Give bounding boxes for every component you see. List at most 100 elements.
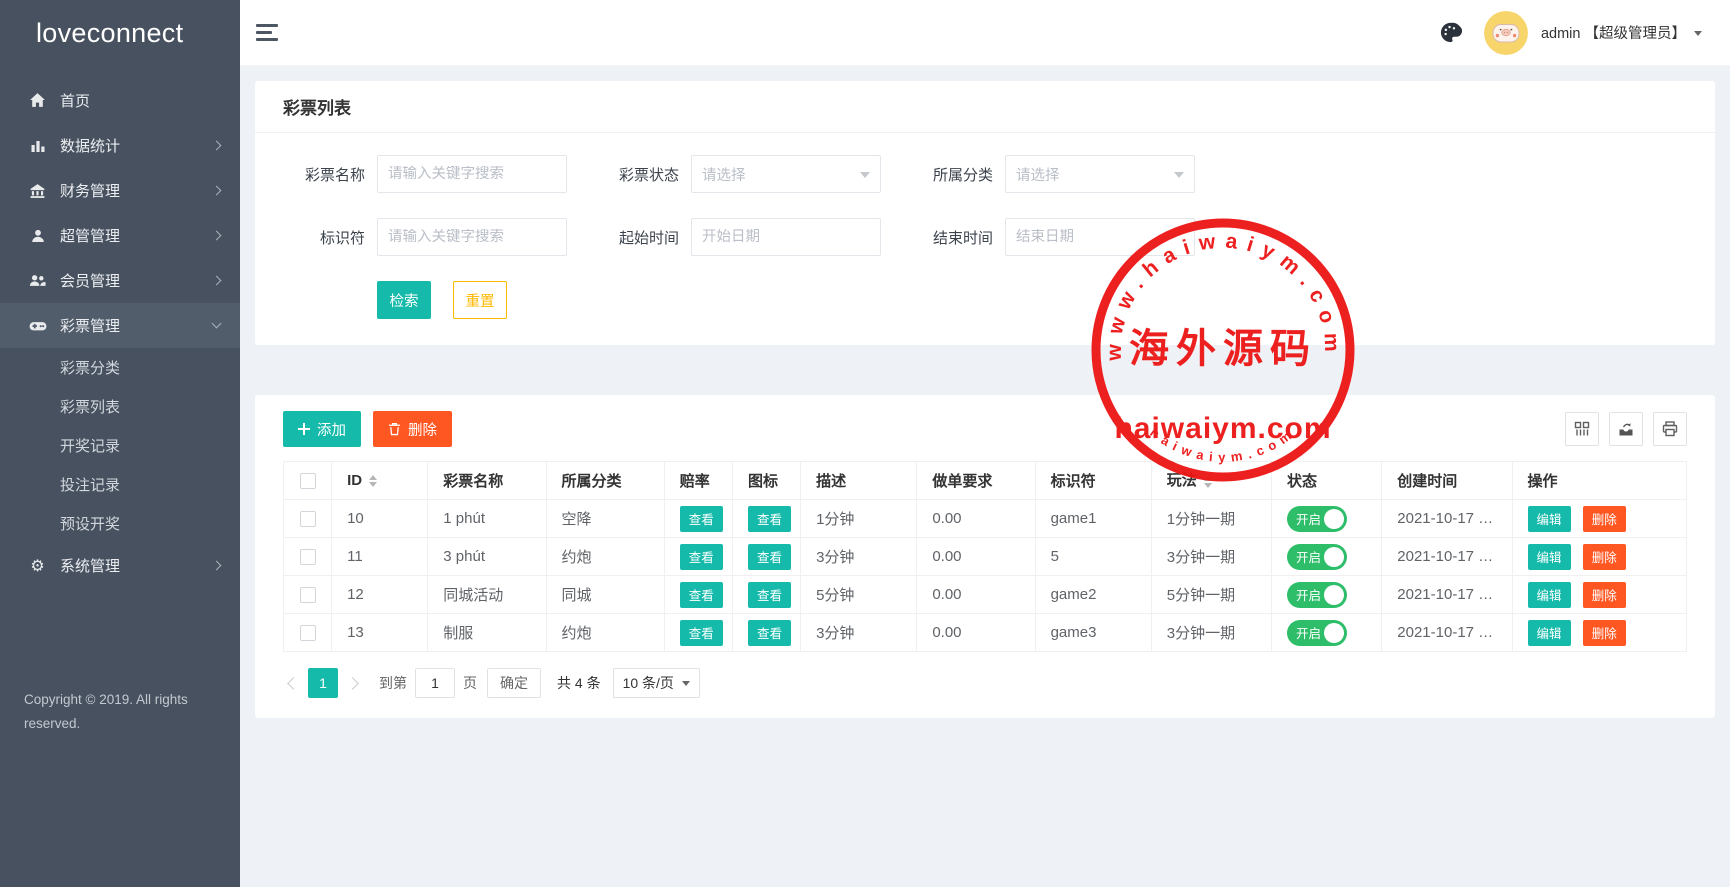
- start-date-input[interactable]: [702, 229, 870, 245]
- select-arrow-icon: [1174, 172, 1184, 183]
- current-page-button[interactable]: 1: [308, 668, 338, 698]
- goto-page-input[interactable]: [415, 668, 455, 698]
- toggle-knob: [1324, 509, 1344, 529]
- filter-card: 彩票列表 彩票名称 彩票状态 请选择: [255, 81, 1715, 345]
- end-date-input[interactable]: [1016, 229, 1184, 245]
- theme-palette-icon[interactable]: [1439, 21, 1462, 44]
- sidebar-item-members[interactable]: 会员管理: [0, 258, 240, 303]
- sort-icon[interactable]: [1204, 472, 1212, 492]
- user-icon: [28, 226, 47, 245]
- next-page-icon[interactable]: [346, 677, 359, 690]
- table-toolbar: 添加 删除: [283, 411, 1687, 447]
- row-checkbox[interactable]: [300, 587, 316, 603]
- table-row: 10 1 phút 空降 查看 查看 1分钟 0.00 game1 1分钟一期 …: [284, 500, 1687, 538]
- per-page-select[interactable]: 10 条/页: [613, 668, 700, 698]
- select-all-checkbox[interactable]: [300, 473, 316, 489]
- goto-suffix-label: 页: [463, 673, 477, 693]
- row-checkbox[interactable]: [300, 549, 316, 565]
- sidebar-item-superadmin[interactable]: 超管管理: [0, 213, 240, 258]
- sidebar-subitem-draw-records[interactable]: 开奖记录: [0, 426, 240, 465]
- total-count-label: 共 4 条: [557, 673, 601, 693]
- columns-filter-button[interactable]: [1565, 412, 1599, 446]
- header-play: 玩法: [1151, 462, 1271, 500]
- icon-view-button[interactable]: 查看: [748, 620, 791, 646]
- sidebar-item-lottery[interactable]: 彩票管理: [0, 303, 240, 348]
- export-icon: [1617, 420, 1635, 438]
- sidebar-item-home[interactable]: 首页: [0, 78, 240, 123]
- bulk-delete-button[interactable]: 删除: [373, 411, 452, 447]
- user-avatar[interactable]: [1484, 11, 1528, 55]
- table-row: 12 同城活动 同城 查看 查看 5分钟 0.00 game2 5分钟一期 开启…: [284, 576, 1687, 614]
- status-toggle[interactable]: 开启: [1287, 544, 1347, 570]
- home-icon: [28, 91, 47, 110]
- search-button[interactable]: 检索: [377, 281, 431, 319]
- delete-button[interactable]: 删除: [1583, 620, 1626, 646]
- cell-name: 1 phút: [428, 500, 546, 538]
- export-button[interactable]: [1609, 412, 1643, 446]
- admin-label: admin 【超级管理员】: [1541, 22, 1686, 43]
- sidebar-subitem-lottery-category[interactable]: 彩票分类: [0, 348, 240, 387]
- cell-identifier: game2: [1035, 576, 1151, 614]
- icon-view-button[interactable]: 查看: [748, 544, 791, 570]
- sidebar-item-system[interactable]: ⚙ 系统管理: [0, 543, 240, 588]
- edit-button[interactable]: 编辑: [1528, 620, 1571, 646]
- delete-button[interactable]: 删除: [1583, 506, 1626, 532]
- sidebar-item-label: 财务管理: [60, 180, 213, 201]
- cell-created: 2021-10-17 …: [1382, 614, 1512, 652]
- sidebar-item-finance[interactable]: 财务管理: [0, 168, 240, 213]
- odds-view-button[interactable]: 查看: [680, 544, 723, 570]
- icon-view-button[interactable]: 查看: [748, 582, 791, 608]
- goto-confirm-button[interactable]: 确定: [487, 668, 541, 698]
- gamepad-icon: [28, 316, 47, 335]
- field-label: 彩票名称: [293, 164, 365, 185]
- lottery-name-input[interactable]: [388, 166, 556, 182]
- prev-page-icon[interactable]: [287, 677, 300, 690]
- bar-chart-icon: [28, 136, 47, 155]
- cell-name: 制服: [428, 614, 546, 652]
- status-toggle[interactable]: 开启: [1287, 620, 1347, 646]
- odds-view-button[interactable]: 查看: [680, 506, 723, 532]
- delete-button[interactable]: 删除: [1583, 582, 1626, 608]
- menu-toggle-icon[interactable]: [256, 16, 278, 49]
- sidebar-subitem-bet-records[interactable]: 投注记录: [0, 465, 240, 504]
- admin-dropdown[interactable]: admin 【超级管理员】: [1541, 22, 1702, 43]
- identifier-field: [377, 218, 567, 256]
- cell-order-req: 0.00: [917, 538, 1035, 576]
- row-checkbox[interactable]: [300, 511, 316, 527]
- edit-button[interactable]: 编辑: [1528, 544, 1571, 570]
- odds-view-button[interactable]: 查看: [680, 582, 723, 608]
- cell-category: 空降: [546, 500, 664, 538]
- sidebar-subitem-preset-draw[interactable]: 预设开奖: [0, 504, 240, 543]
- sort-icon[interactable]: [369, 471, 377, 491]
- edit-button[interactable]: 编辑: [1528, 506, 1571, 532]
- status-toggle[interactable]: 开启: [1287, 506, 1347, 532]
- status-toggle[interactable]: 开启: [1287, 582, 1347, 608]
- page-title: 彩票列表: [255, 81, 1715, 133]
- header-id: ID: [332, 462, 428, 500]
- cell-order-req: 0.00: [917, 576, 1035, 614]
- print-button[interactable]: [1653, 412, 1687, 446]
- toggle-knob: [1324, 623, 1344, 643]
- odds-view-button[interactable]: 查看: [680, 620, 723, 646]
- icon-view-button[interactable]: 查看: [748, 506, 791, 532]
- cell-id: 11: [332, 538, 428, 576]
- sidebar-item-label: 彩票管理: [60, 315, 213, 336]
- sidebar: loveconnect 首页 数据统计 财务管理 超管管理 会员管理 彩: [0, 0, 240, 887]
- sidebar-item-statistics[interactable]: 数据统计: [0, 123, 240, 168]
- category-select[interactable]: 请选择: [1005, 155, 1195, 193]
- lottery-status-select[interactable]: 请选择: [691, 155, 881, 193]
- sidebar-subitem-lottery-list[interactable]: 彩票列表: [0, 387, 240, 426]
- print-icon: [1661, 420, 1679, 438]
- identifier-input[interactable]: [388, 229, 556, 245]
- cell-id: 12: [332, 576, 428, 614]
- add-button[interactable]: 添加: [283, 411, 361, 447]
- delete-button[interactable]: 删除: [1583, 544, 1626, 570]
- reset-button[interactable]: 重置: [453, 281, 507, 319]
- edit-button[interactable]: 编辑: [1528, 582, 1571, 608]
- header-created: 创建时间: [1382, 462, 1512, 500]
- field-label: 所属分类: [921, 164, 993, 185]
- bank-icon: [28, 181, 47, 200]
- row-checkbox[interactable]: [300, 625, 316, 641]
- cell-desc: 3分钟: [801, 614, 917, 652]
- table-header-row: ID 彩票名称 所属分类 赔率 图标 描述 做单要求 标识符 玩法 状态 创建时…: [284, 462, 1687, 500]
